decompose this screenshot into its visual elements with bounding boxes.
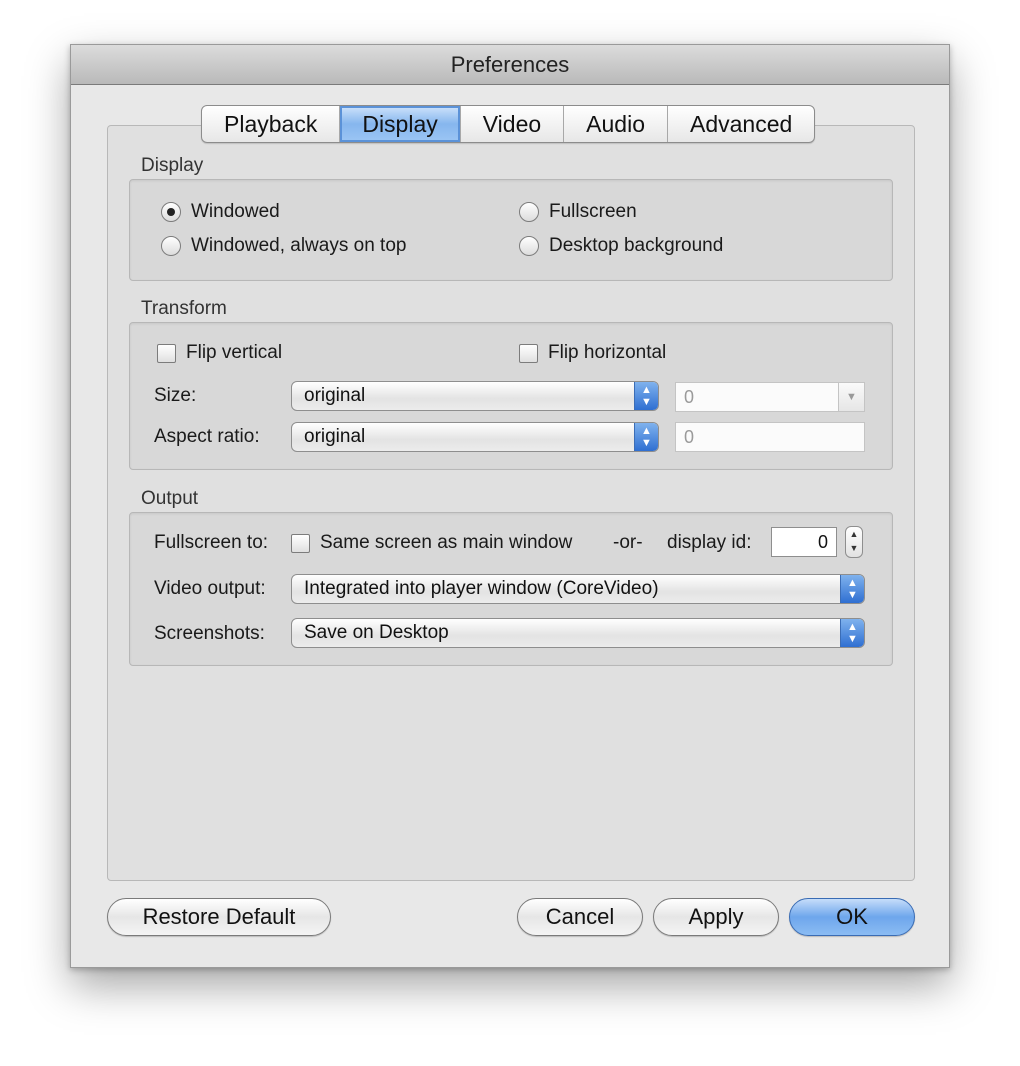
tab-bar: Playback Display Video Audio Advanced (201, 105, 816, 143)
window-title: Preferences (71, 45, 949, 85)
popup-arrows-icon: ▲ ▼ (840, 575, 864, 603)
popup-arrows-icon: ▲ ▼ (634, 382, 658, 410)
fullscreen-to-label: Fullscreen to: (154, 532, 269, 553)
radio-icon (519, 202, 539, 222)
windowed-on-top-label: Windowed, always on top (191, 235, 407, 256)
restore-default-button[interactable]: Restore Default (107, 898, 331, 936)
aspect-ratio-popup-value: original (304, 426, 366, 447)
flip-vertical-checkbox[interactable]: Flip vertical (157, 342, 282, 364)
popup-arrows-icon: ▲ ▼ (634, 423, 658, 451)
cancel-button[interactable]: Cancel (517, 898, 643, 936)
screenshots-value: Save on Desktop (304, 622, 449, 643)
preferences-window: Preferences Playback Display Video Audio… (70, 44, 950, 968)
display-id-label: display id: (667, 532, 752, 553)
same-screen-label: Same screen as main window (320, 532, 573, 553)
output-section-label: Output (141, 488, 199, 509)
screenshots-label: Screenshots: (154, 623, 265, 644)
tab-playback[interactable]: Playback (202, 106, 341, 142)
desktop-background-radio[interactable]: Desktop background (519, 235, 723, 257)
radio-selected-icon (161, 202, 181, 222)
desktop-background-label: Desktop background (549, 235, 724, 256)
checkbox-icon (291, 533, 310, 553)
flip-horizontal-checkbox[interactable]: Flip horizontal (519, 342, 666, 364)
display-id-value: 0 (817, 532, 828, 552)
transform-section-label: Transform (141, 298, 227, 319)
screenshots-popup[interactable]: Save on Desktop ▲ ▼ (291, 618, 865, 648)
size-custom-value: 0 (684, 387, 695, 407)
size-custom-combo[interactable]: 0 ▼ (675, 382, 865, 412)
flip-vertical-label: Flip vertical (186, 342, 283, 363)
display-id-stepper[interactable]: ▲ ▼ (845, 526, 863, 558)
tab-audio[interactable]: Audio (564, 106, 668, 142)
tab-advanced[interactable]: Advanced (668, 106, 814, 142)
or-label: -or- (613, 532, 643, 553)
fullscreen-label: Fullscreen (549, 201, 637, 222)
ok-button[interactable]: OK (789, 898, 915, 936)
aspect-ratio-custom-field[interactable]: 0 (675, 422, 865, 452)
tab-display[interactable]: Display (340, 106, 461, 142)
same-screen-checkbox[interactable]: Same screen as main window (291, 532, 572, 554)
size-label: Size: (154, 385, 197, 406)
windowed-on-top-radio[interactable]: Windowed, always on top (161, 235, 406, 257)
aspect-ratio-custom-value: 0 (684, 427, 695, 447)
windowed-radio[interactable]: Windowed (161, 201, 280, 223)
chevron-down-icon[interactable]: ▼ (838, 383, 864, 411)
stepper-up-icon[interactable]: ▲ (846, 527, 862, 541)
aspect-ratio-popup[interactable]: original ▲ ▼ (291, 422, 659, 452)
display-section-label: Display (141, 155, 204, 176)
display-id-field[interactable]: 0 (771, 527, 837, 557)
stepper-down-icon[interactable]: ▼ (846, 541, 862, 555)
popup-arrows-icon: ▲ ▼ (840, 619, 864, 647)
aspect-ratio-label: Aspect ratio: (154, 426, 260, 447)
radio-icon (161, 236, 181, 256)
checkbox-icon (519, 343, 538, 363)
apply-button[interactable]: Apply (653, 898, 779, 936)
fullscreen-radio[interactable]: Fullscreen (519, 201, 637, 223)
radio-icon (519, 236, 539, 256)
size-popup[interactable]: original ▲ ▼ (291, 381, 659, 411)
tab-video[interactable]: Video (461, 106, 565, 142)
video-output-value: Integrated into player window (CoreVideo… (304, 578, 659, 599)
video-output-popup[interactable]: Integrated into player window (CoreVideo… (291, 574, 865, 604)
checkbox-icon (157, 343, 176, 363)
flip-horizontal-label: Flip horizontal (548, 342, 667, 363)
windowed-label: Windowed (191, 201, 280, 222)
display-group (129, 179, 893, 281)
size-popup-value: original (304, 385, 366, 406)
video-output-label: Video output: (154, 578, 266, 599)
